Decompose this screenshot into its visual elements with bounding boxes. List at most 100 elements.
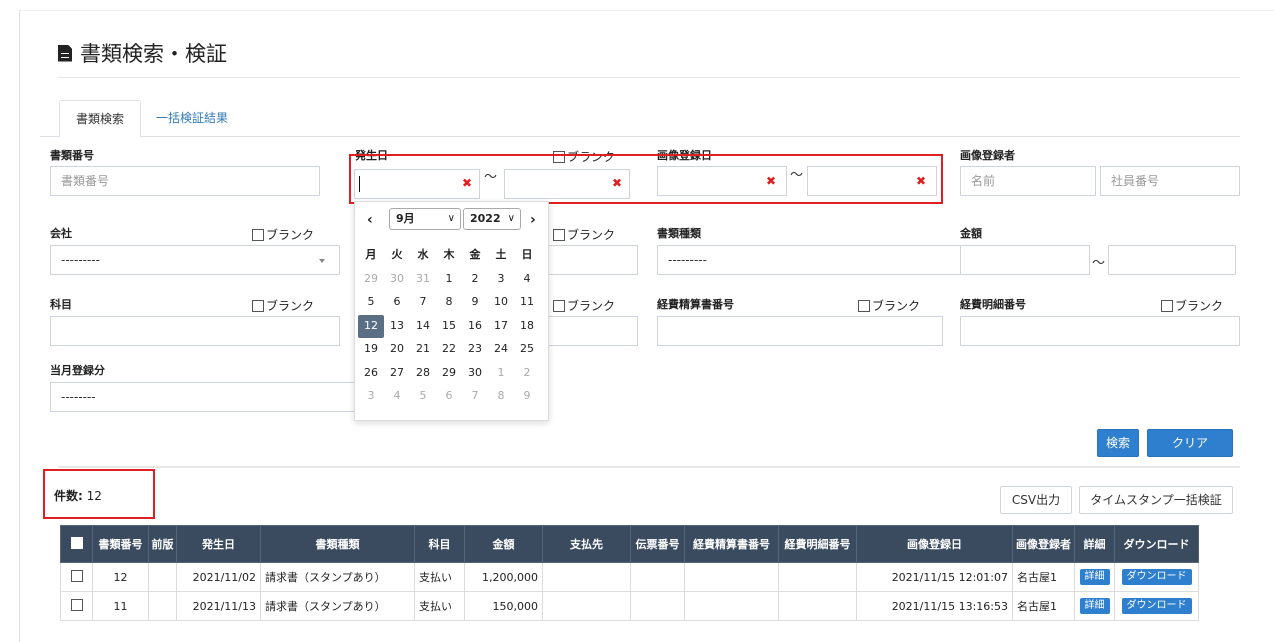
doc-type-select[interactable]: --------- <box>657 245 961 275</box>
calendar-day[interactable]: 1 <box>436 268 462 292</box>
col-image-date[interactable]: 画像登録日 <box>856 525 1013 563</box>
weekday-header: 土 <box>495 248 507 261</box>
calendar-day[interactable]: 12 <box>358 314 384 338</box>
amount-to-input[interactable] <box>1108 245 1236 275</box>
col-doc-type[interactable]: 書類種類 <box>260 525 415 563</box>
left-border <box>19 10 20 642</box>
tab-batch-verify-results[interactable]: 一括検証結果 <box>142 100 242 136</box>
calendar-day[interactable]: 17 <box>488 315 514 339</box>
amount-from-input[interactable] <box>960 245 1090 275</box>
col-expense-detail[interactable]: 経費明細番号 <box>778 525 857 563</box>
col-slip-number[interactable]: 伝票番号 <box>630 525 685 563</box>
expense-detail-label: 経費明細番号 <box>960 298 1026 311</box>
checkbox-icon <box>858 299 870 312</box>
calendar-day[interactable]: 20 <box>384 338 410 362</box>
blank-checkbox[interactable]: ブランク <box>553 226 615 243</box>
calendar-day[interactable]: 18 <box>514 315 540 339</box>
timestamp-batch-verify-button[interactable]: タイムスタンプ一括検証 <box>1079 486 1233 514</box>
calendar-day[interactable]: 6 <box>384 291 410 315</box>
expense-detail-input[interactable] <box>960 316 1240 346</box>
blank-checkbox-2[interactable]: ブランク <box>553 297 615 314</box>
subject-label: 科目 <box>50 298 72 311</box>
col-expense-report[interactable]: 経費精算書番号 <box>684 525 779 563</box>
col-subject[interactable]: 科目 <box>414 525 465 563</box>
select-all-checkbox[interactable] <box>60 525 93 563</box>
calendar-day[interactable]: 25 <box>514 338 540 362</box>
year-value: 2022 <box>470 212 501 225</box>
calendar-day[interactable]: 9 <box>514 385 540 409</box>
company-blank-checkbox[interactable]: ブランク <box>252 226 314 243</box>
cell-date: 2021/11/02 <box>176 562 261 592</box>
calendar-day[interactable]: 5 <box>358 291 384 315</box>
tab-document-search[interactable]: 書類検索 <box>59 100 141 138</box>
blank-label: ブランク <box>567 299 616 313</box>
calendar-day[interactable]: 29 <box>358 268 384 292</box>
calendar-day[interactable]: 29 <box>436 362 462 386</box>
search-button[interactable]: 検索 <box>1097 429 1139 457</box>
calendar-day[interactable]: 3 <box>488 268 514 292</box>
calendar-day[interactable]: 31 <box>410 268 436 292</box>
calendar-day[interactable]: 14 <box>410 315 436 339</box>
col-amount[interactable]: 金額 <box>464 525 543 563</box>
col-issue-date[interactable]: 発生日 <box>176 525 261 563</box>
expense-report-input[interactable] <box>657 316 943 346</box>
calendar-day[interactable]: 3 <box>358 385 384 409</box>
next-month-icon[interactable]: › <box>530 212 536 228</box>
col-prev-version[interactable]: 前版 <box>148 525 177 563</box>
subject-input[interactable] <box>50 316 340 346</box>
calendar-day[interactable]: 6 <box>436 385 462 409</box>
col-doc-number[interactable]: 書類番号 <box>92 525 149 563</box>
month-select[interactable]: 9月 ∨ <box>389 208 461 230</box>
table-header-row: 書類番号 前版 発生日 書類種類 科目 金額 支払先 伝票番号 経費精算書番号 … <box>60 525 1199 563</box>
row-checkbox[interactable] <box>60 562 93 592</box>
clear-button[interactable]: クリア <box>1147 429 1233 457</box>
subject-blank-checkbox[interactable]: ブランク <box>252 297 314 314</box>
calendar-day[interactable]: 2 <box>462 268 488 292</box>
detail-button[interactable]: 詳細 <box>1079 569 1110 585</box>
col-payee[interactable]: 支払先 <box>542 525 631 563</box>
calendar-day[interactable]: 9 <box>462 291 488 315</box>
prev-month-icon[interactable]: ‹ <box>367 212 373 228</box>
calendar-day[interactable]: 22 <box>436 338 462 362</box>
calendar-day[interactable]: 4 <box>514 268 540 292</box>
calendar-day[interactable]: 30 <box>384 268 410 292</box>
expense-report-blank-checkbox[interactable]: ブランク <box>858 297 920 314</box>
calendar-day[interactable]: 30 <box>462 362 488 386</box>
registrant-name-input[interactable]: 名前 <box>960 166 1096 196</box>
calendar-day[interactable]: 28 <box>410 362 436 386</box>
calendar-day[interactable]: 8 <box>436 291 462 315</box>
calendar-day[interactable]: 7 <box>410 291 436 315</box>
calendar-day[interactable]: 10 <box>488 291 514 315</box>
current-month-select[interactable]: -------- <box>50 382 360 412</box>
calendar-day[interactable]: 2 <box>514 362 540 386</box>
calendar-day[interactable]: 5 <box>410 385 436 409</box>
calendar-day[interactable]: 21 <box>410 338 436 362</box>
doc-number-input[interactable]: 書類番号 <box>50 166 320 196</box>
calendar-day[interactable]: 19 <box>358 338 384 362</box>
company-select[interactable]: --------- <box>50 245 340 275</box>
csv-export-button[interactable]: CSV出力 <box>1000 486 1072 514</box>
calendar-day[interactable]: 1 <box>488 362 514 386</box>
calendar-day[interactable]: 27 <box>384 362 410 386</box>
download-button[interactable]: ダウンロード <box>1121 598 1192 614</box>
employee-number-input[interactable]: 社員番号 <box>1100 166 1240 196</box>
row-checkbox[interactable] <box>60 591 93 621</box>
year-select[interactable]: 2022 ∨ <box>463 208 521 230</box>
weekday-header: 日 <box>521 248 533 261</box>
calendar-day[interactable]: 24 <box>488 338 514 362</box>
calendar-day[interactable]: 4 <box>384 385 410 409</box>
calendar-day[interactable]: 11 <box>514 291 540 315</box>
calendar-day[interactable]: 13 <box>384 315 410 339</box>
expense-detail-blank-checkbox[interactable]: ブランク <box>1161 297 1223 314</box>
calendar-day[interactable]: 15 <box>436 315 462 339</box>
cell-subject: 支払い <box>414 562 465 592</box>
calendar-day[interactable]: 7 <box>462 385 488 409</box>
calendar-day[interactable]: 16 <box>462 315 488 339</box>
download-button[interactable]: ダウンロード <box>1121 569 1192 585</box>
col-registrant[interactable]: 画像登録者 <box>1012 525 1075 563</box>
calendar-day[interactable]: 26 <box>358 362 384 386</box>
calendar-day[interactable]: 23 <box>462 338 488 362</box>
calendar-day[interactable]: 8 <box>488 385 514 409</box>
detail-button[interactable]: 詳細 <box>1079 598 1110 614</box>
highlight-box <box>349 154 943 204</box>
